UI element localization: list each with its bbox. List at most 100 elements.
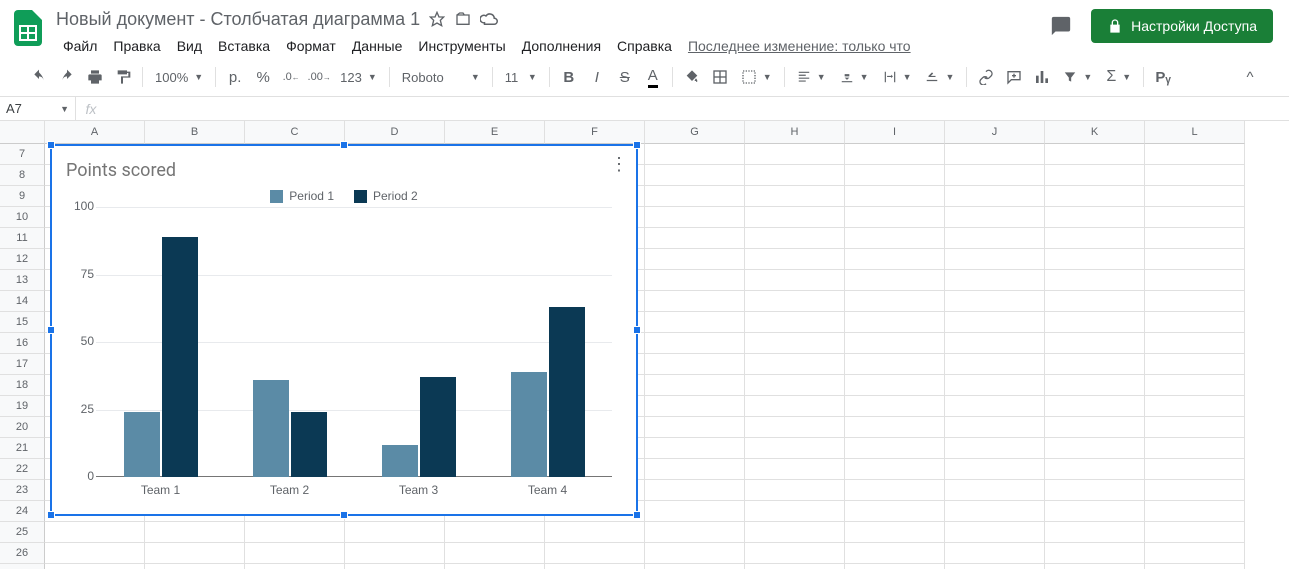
cell[interactable] [1045,186,1145,207]
cell[interactable] [645,501,745,522]
row-header[interactable]: 12 [0,249,45,270]
cell[interactable] [745,291,845,312]
select-all-corner[interactable] [0,121,45,144]
row-header[interactable]: 20 [0,417,45,438]
column-header[interactable]: I [845,121,945,144]
cell[interactable] [745,564,845,569]
undo-button[interactable] [26,64,52,90]
cell[interactable] [1145,564,1245,569]
cell[interactable] [945,228,1045,249]
cell[interactable] [1145,501,1245,522]
text-color-button[interactable]: A [640,64,666,90]
cell[interactable] [745,396,845,417]
column-header[interactable]: D [345,121,445,144]
cell[interactable] [745,333,845,354]
cell[interactable] [1145,333,1245,354]
cell[interactable] [145,522,245,543]
cell[interactable] [1145,543,1245,564]
cell[interactable] [445,522,545,543]
name-box[interactable]: A7▼ [0,97,76,120]
cell[interactable] [645,522,745,543]
cell[interactable] [1045,501,1145,522]
cell[interactable] [1145,144,1245,165]
row-header[interactable]: 16 [0,333,45,354]
row-header[interactable]: 7 [0,144,45,165]
cell[interactable] [1145,417,1245,438]
resize-handle[interactable] [633,511,641,519]
chart-menu-button[interactable]: ⋮ [610,154,628,175]
bold-button[interactable]: B [556,64,582,90]
cell[interactable] [845,501,945,522]
sheets-logo[interactable] [8,8,48,48]
resize-handle[interactable] [340,511,348,519]
cell[interactable] [945,333,1045,354]
cell[interactable] [845,270,945,291]
cell[interactable] [1145,228,1245,249]
cell[interactable] [645,144,745,165]
cell[interactable] [1045,333,1145,354]
row-header[interactable]: 21 [0,438,45,459]
number-format-dropdown[interactable]: 123▼ [334,64,383,90]
cell[interactable] [745,165,845,186]
cell[interactable] [645,228,745,249]
cell[interactable] [445,543,545,564]
cell[interactable] [545,543,645,564]
cell[interactable] [1145,522,1245,543]
row-header[interactable]: 9 [0,186,45,207]
cell[interactable] [945,522,1045,543]
cell[interactable] [45,564,145,569]
resize-handle[interactable] [47,511,55,519]
column-header[interactable]: E [445,121,545,144]
cell[interactable] [1045,438,1145,459]
cell[interactable] [1045,354,1145,375]
menu-file[interactable]: Файл [56,34,104,58]
row-header[interactable]: 26 [0,543,45,564]
menu-tools[interactable]: Инструменты [411,34,512,58]
cell[interactable] [245,564,345,569]
cell[interactable] [645,207,745,228]
cell[interactable] [745,375,845,396]
cell[interactable] [1045,291,1145,312]
cell[interactable] [345,543,445,564]
cell[interactable] [845,333,945,354]
menu-addons[interactable]: Дополнения [515,34,608,58]
menu-help[interactable]: Справка [610,34,679,58]
cell[interactable] [845,354,945,375]
cell[interactable] [1045,144,1145,165]
cell[interactable] [645,459,745,480]
cell[interactable] [1045,459,1145,480]
row-header[interactable]: 25 [0,522,45,543]
cell[interactable] [1045,417,1145,438]
resize-handle[interactable] [633,326,641,334]
cell[interactable] [745,249,845,270]
cell[interactable] [1145,354,1245,375]
cell[interactable] [645,186,745,207]
column-header[interactable]: L [1145,121,1245,144]
cell[interactable] [1045,396,1145,417]
merge-button[interactable]: ▼ [735,64,778,90]
cell[interactable] [1045,522,1145,543]
row-header[interactable]: 22 [0,459,45,480]
cell[interactable] [845,207,945,228]
resize-handle[interactable] [633,141,641,149]
share-button[interactable]: Настройки Доступа [1091,9,1273,43]
cell[interactable] [845,165,945,186]
cell[interactable] [445,564,545,569]
cell[interactable] [945,396,1045,417]
resize-handle[interactable] [47,326,55,334]
cell[interactable] [645,396,745,417]
cell[interactable] [1045,480,1145,501]
h-align-button[interactable]: ▼ [791,64,832,90]
resize-handle[interactable] [47,141,55,149]
cell[interactable] [845,144,945,165]
cell[interactable] [645,438,745,459]
menu-data[interactable]: Данные [345,34,410,58]
cell[interactable] [1045,228,1145,249]
cell[interactable] [845,564,945,569]
cell[interactable] [645,564,745,569]
cell[interactable] [345,564,445,569]
collapse-toolbar-button[interactable]: ^ [1237,64,1263,90]
cell[interactable] [645,480,745,501]
cell[interactable] [1045,564,1145,569]
cell[interactable] [1145,438,1245,459]
